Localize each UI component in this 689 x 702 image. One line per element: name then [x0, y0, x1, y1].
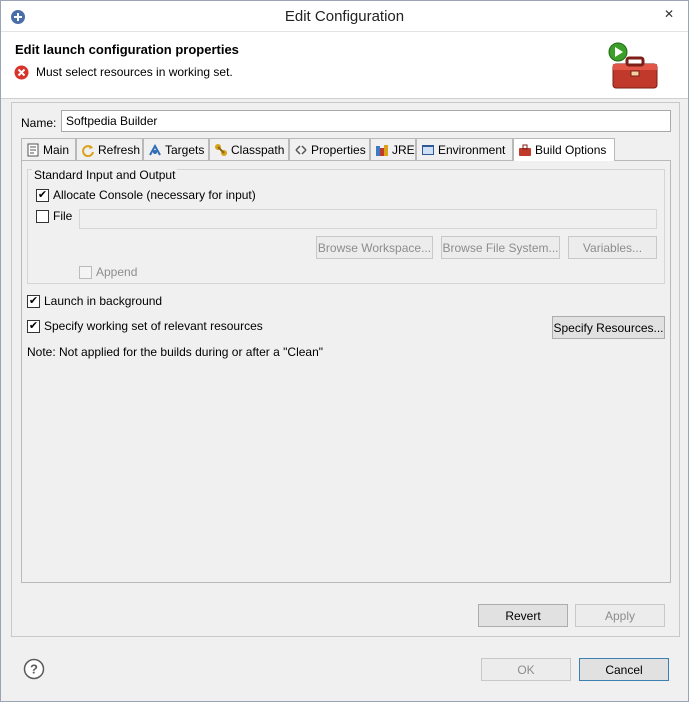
file-label: File: [53, 209, 73, 223]
tab-classpath[interactable]: Classpath: [209, 138, 289, 160]
tab-refresh-label: Refresh: [98, 142, 141, 157]
browse-workspace-button[interactable]: Browse Workspace...: [316, 236, 433, 259]
main-tab-icon: [26, 143, 40, 157]
file-checkbox[interactable]: [36, 209, 49, 223]
close-icon: ✕: [663, 7, 675, 21]
refresh-tab-icon: [81, 143, 95, 157]
tab-targets[interactable]: Targets: [143, 138, 209, 160]
allocate-console-label: Allocate Console (necessary for input): [53, 188, 256, 202]
name-label: Name:: [21, 116, 57, 130]
launch-background-checkbox[interactable]: ✔: [27, 294, 40, 308]
close-button[interactable]: ✕: [658, 4, 680, 24]
cancel-button[interactable]: Cancel: [579, 658, 669, 681]
file-row: File: [36, 209, 72, 223]
svg-text:?: ?: [30, 662, 38, 677]
tab-build-options-label: Build Options: [535, 143, 607, 157]
tab-strip: Main Refresh Targets Classpath Propertie…: [21, 138, 671, 161]
targets-tab-icon: [148, 143, 162, 157]
append-label: Append: [96, 265, 138, 279]
build-options-panel: Standard Input and Output ✔ Allocate Con…: [21, 160, 671, 583]
classpath-tab-icon: [214, 143, 228, 157]
error-message: Must select resources in working set.: [36, 65, 233, 79]
tab-build-options[interactable]: Build Options: [513, 138, 615, 161]
working-set-label: Specify working set of relevant resource…: [44, 319, 263, 333]
append-row: Append: [79, 265, 137, 279]
revert-button[interactable]: Revert: [478, 604, 568, 627]
name-input[interactable]: [61, 110, 671, 132]
tab-jre[interactable]: JRE: [370, 138, 416, 160]
edit-configuration-dialog: Edit Configuration ✕ Edit launch configu…: [0, 0, 689, 702]
help-icon[interactable]: ?: [23, 658, 45, 680]
tab-classpath-label: Classpath: [231, 142, 285, 157]
dialog-heading: Edit launch configuration properties: [15, 42, 239, 57]
launch-background-row: ✔ Launch in background: [27, 294, 162, 308]
build-options-tab-icon: [518, 143, 532, 157]
working-set-checkbox[interactable]: ✔: [27, 319, 40, 333]
environment-tab-icon: [421, 143, 435, 157]
clean-note: Note: Not applied for the builds during …: [27, 345, 324, 359]
toolbox-run-icon: [607, 42, 663, 92]
apply-button[interactable]: Apply: [575, 604, 665, 627]
dialog-header: Edit launch configuration properties Mus…: [1, 32, 688, 99]
jre-tab-icon: [375, 143, 389, 157]
properties-tab-icon: [294, 143, 308, 157]
tab-properties-label: Properties: [311, 142, 366, 157]
tab-environment[interactable]: Environment: [416, 138, 513, 160]
tab-refresh[interactable]: Refresh: [76, 138, 143, 160]
tab-properties[interactable]: Properties: [289, 138, 370, 160]
working-set-row: ✔ Specify working set of relevant resour…: [27, 319, 263, 333]
append-checkbox[interactable]: [79, 265, 92, 279]
file-path-input[interactable]: [79, 209, 657, 229]
configuration-panel: Name: Main Refresh Targets Classpath Pro…: [11, 102, 680, 637]
error-icon: [14, 65, 29, 80]
title-bar: Edit Configuration ✕: [1, 1, 688, 32]
tab-jre-label: JRE: [392, 142, 415, 157]
specify-resources-button[interactable]: Specify Resources...: [552, 316, 665, 339]
tab-targets-label: Targets: [165, 142, 205, 157]
standard-io-group-title: Standard Input and Output: [32, 168, 178, 182]
browse-file-system-button[interactable]: Browse File System...: [441, 236, 560, 259]
allocate-console-checkbox[interactable]: ✔: [36, 188, 49, 202]
tab-main-label: Main: [43, 142, 70, 157]
window-title: Edit Configuration: [284, 8, 405, 25]
launch-background-label: Launch in background: [44, 294, 163, 308]
tab-environment-label: Environment: [438, 142, 506, 157]
tab-main[interactable]: Main: [21, 138, 76, 160]
ok-button[interactable]: OK: [481, 658, 571, 681]
variables-button[interactable]: Variables...: [568, 236, 657, 259]
allocate-console-row: ✔ Allocate Console (necessary for input): [36, 188, 256, 202]
